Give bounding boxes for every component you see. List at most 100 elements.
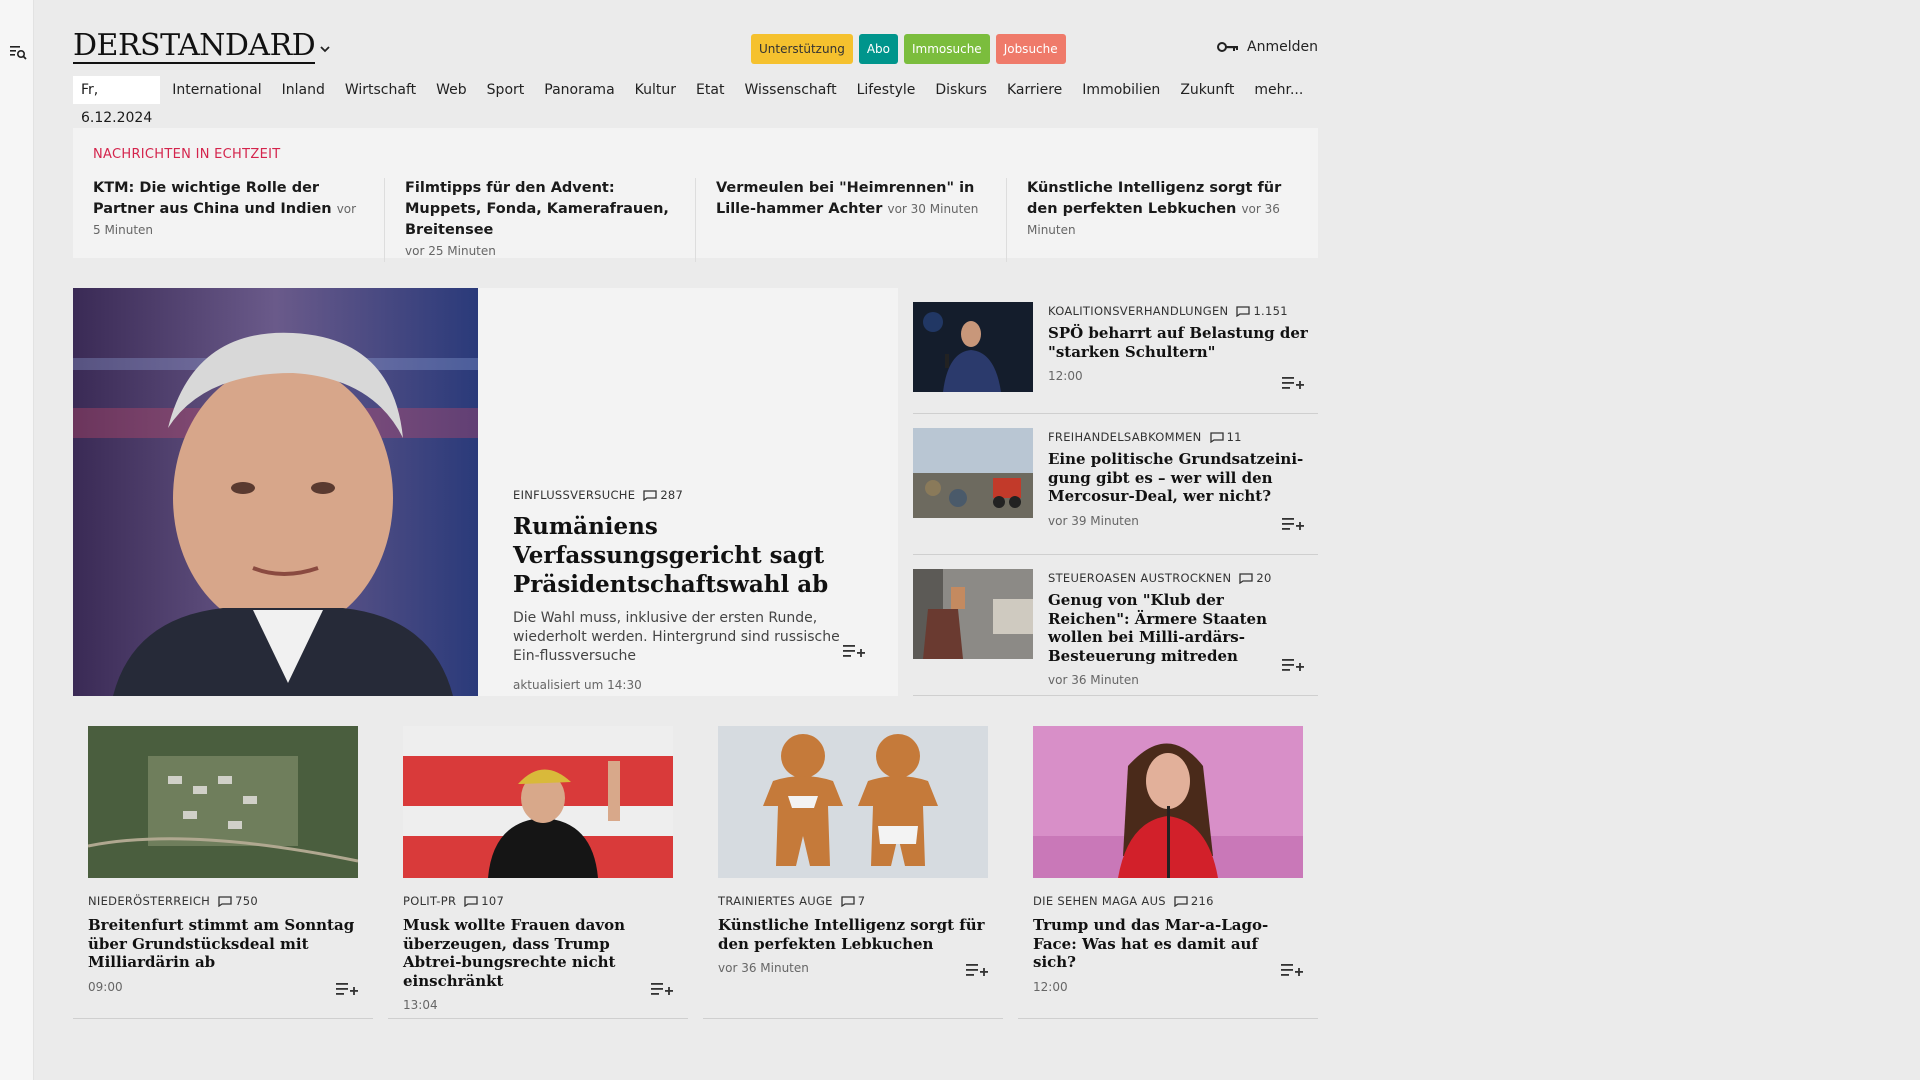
comment-count[interactable]: 20	[1239, 571, 1271, 585]
comment-count[interactable]: 216	[1174, 894, 1214, 908]
article-thumbnail	[913, 428, 1033, 518]
comment-count-value: 107	[481, 894, 505, 908]
nav-item-international[interactable]: International	[172, 82, 261, 98]
article-title[interactable]: Eine politische Grundsatzeini-gung gibt …	[1048, 450, 1308, 506]
comment-count[interactable]: 1.151	[1236, 304, 1288, 318]
comment-count[interactable]: 287	[643, 488, 683, 502]
ticker-item[interactable]: Künstliche Intelligenz sorgt für den per…	[1006, 178, 1317, 262]
playlist-add-icon[interactable]	[1282, 375, 1304, 391]
comment-icon	[218, 895, 232, 907]
ticker-title: NACHRICHTEN IN ECHTZEIT	[93, 147, 281, 162]
nav-item-more[interactable]: mehr...	[1254, 82, 1303, 98]
article-card[interactable]: NIEDERÖSTERREICH 750 Breitenfurt stimmt …	[73, 714, 373, 1019]
comment-count-value: 20	[1256, 571, 1272, 585]
immosuche-button[interactable]: Immosuche	[903, 34, 990, 64]
ticker-item-time: vor 30 Minuten	[887, 202, 979, 216]
kicker-label: FREIHANDELSABKOMMEN	[1048, 430, 1202, 444]
playlist-add-icon[interactable]	[336, 981, 358, 997]
comment-icon	[1209, 431, 1224, 443]
nav-item-wirtschaft[interactable]: Wirtschaft	[345, 82, 416, 98]
ticker-item[interactable]: KTM: Die wichtige Rolle der Partner aus …	[93, 178, 384, 262]
playlist-add-icon[interactable]	[1281, 962, 1303, 978]
article-title[interactable]: Breitenfurt stimmt am Sonntag über Grund…	[88, 916, 358, 972]
chevron-down-icon[interactable]	[318, 42, 332, 56]
lead-story[interactable]: EINFLUSSVERSUCHE 287 Rumäniens Verfassun…	[73, 288, 898, 696]
side-list: KOALITIONSVERHANDLUNGEN 1.151 SPÖ beharr…	[913, 288, 1318, 696]
kicker-label: STEUEROASEN AUSTROCKNEN	[1048, 571, 1232, 585]
service-pills: Unterstützung Abo Immosuche Jobsuche	[751, 34, 1066, 64]
support-button[interactable]: Unterstützung	[751, 34, 853, 64]
playlist-add-icon[interactable]	[1282, 516, 1304, 532]
nav-item-kultur[interactable]: Kultur	[635, 82, 676, 98]
key-icon	[1217, 42, 1239, 52]
list-item[interactable]: KOALITIONSVERHANDLUNGEN 1.151 SPÖ beharr…	[913, 288, 1318, 414]
nav-item-karriere[interactable]: Karriere	[1007, 82, 1062, 98]
article-title[interactable]: Musk wollte Frauen davon überzeugen, das…	[403, 916, 673, 990]
nav-item-zukunft[interactable]: Zukunft	[1180, 82, 1234, 98]
ticker-item[interactable]: Filmtipps für den Advent: Muppets, Fonda…	[384, 178, 695, 262]
comment-count[interactable]: 11	[1209, 430, 1242, 444]
lead-title[interactable]: Rumäniens Verfassungsgericht sagt Präsid…	[513, 512, 868, 599]
comment-count[interactable]: 750	[218, 894, 258, 908]
comment-icon	[1236, 305, 1251, 317]
article-title[interactable]: SPÖ beharrt auf Belastung der "starken S…	[1048, 324, 1308, 361]
menu-search-icon[interactable]	[9, 43, 27, 61]
article-thumbnail	[913, 302, 1033, 392]
comment-count-value: 287	[660, 488, 684, 502]
playlist-add-icon[interactable]	[966, 962, 988, 978]
comment-count[interactable]: 107	[464, 894, 504, 908]
list-item[interactable]: FREIHANDELSABKOMMEN 11 Eine politische G…	[913, 414, 1318, 555]
comment-count[interactable]: 7	[841, 894, 866, 908]
current-date: Fr, 6.12.2024	[73, 76, 161, 126]
article-image	[88, 726, 358, 878]
jobsuche-button[interactable]: Jobsuche	[995, 34, 1066, 64]
article-title[interactable]: Trump und das Mar-a-Lago-Face: Was hat e…	[1033, 916, 1303, 972]
article-kicker: FREIHANDELSABKOMMEN 11	[1048, 430, 1308, 444]
nav-item-web[interactable]: Web	[436, 82, 467, 98]
kicker-label: POLIT-PR	[403, 894, 457, 908]
article-kicker: POLIT-PR 107	[403, 894, 673, 908]
nav-item-inland[interactable]: Inland	[282, 82, 325, 98]
playlist-add-icon[interactable]	[651, 981, 673, 997]
article-time: vor 36 Minuten	[718, 961, 809, 975]
comment-count-value: 750	[235, 894, 258, 908]
article-time: 12:00	[1048, 369, 1083, 383]
abo-button[interactable]: Abo	[858, 34, 898, 64]
ticker-item[interactable]: Vermeulen bei "Heimrennen" in Lille-hamm…	[695, 178, 1006, 262]
article-title[interactable]: Künstliche Intelligenz sorgt für den per…	[718, 916, 988, 953]
nav-item-etat[interactable]: Etat	[696, 82, 724, 98]
lead-time: aktualisiert um 14:30	[513, 678, 642, 692]
article-card[interactable]: DIE SEHEN MAGA AUS 216 Trump und das Mar…	[1018, 714, 1318, 1019]
article-card[interactable]: POLIT-PR 107 Musk wollte Frauen davon üb…	[388, 714, 688, 1019]
nav-item-immobilien[interactable]: Immobilien	[1082, 82, 1160, 98]
article-kicker: DIE SEHEN MAGA AUS 216	[1033, 894, 1303, 908]
nav-item-panorama[interactable]: Panorama	[544, 82, 614, 98]
article-card[interactable]: TRAINIERTES AUGE 7 Künstliche Intelligen…	[703, 714, 1003, 1019]
login-label: Anmelden	[1247, 39, 1318, 55]
lead-kicker: EINFLUSSVERSUCHE 287	[513, 488, 868, 502]
ticker-item-title: Filmtipps für den Advent: Muppets, Fonda…	[405, 180, 669, 238]
article-kicker: TRAINIERTES AUGE 7	[718, 894, 988, 908]
article-title[interactable]: Genug von "Klub der Reichen": Ärmere Sta…	[1048, 591, 1308, 665]
main-nav: Fr, 6.12.2024 International Inland Wirts…	[73, 76, 1323, 126]
playlist-add-icon[interactable]	[843, 643, 865, 659]
comment-icon	[464, 895, 478, 907]
article-time: 13:04	[403, 998, 438, 1012]
list-item[interactable]: STEUEROASEN AUSTROCKNEN 20 Genug von "Kl…	[913, 555, 1318, 696]
login-button[interactable]: Anmelden	[1217, 39, 1318, 55]
kicker-label: DIE SEHEN MAGA AUS	[1033, 894, 1166, 908]
article-kicker: KOALITIONSVERHANDLUNGEN 1.151	[1048, 304, 1308, 318]
nav-item-sport[interactable]: Sport	[487, 82, 525, 98]
left-rail	[0, 0, 34, 1080]
comment-icon	[1239, 572, 1254, 584]
article-kicker: NIEDERÖSTERREICH 750	[88, 894, 358, 908]
article-image	[403, 726, 673, 878]
logo[interactable]: DERSTANDARD	[73, 30, 316, 64]
nav-item-lifestyle[interactable]: Lifestyle	[857, 82, 916, 98]
article-time: 12:00	[1033, 979, 1068, 994]
nav-item-wissenschaft[interactable]: Wissenschaft	[744, 82, 836, 98]
nav-item-diskurs[interactable]: Diskurs	[935, 82, 987, 98]
comment-icon	[841, 895, 855, 907]
live-ticker: NACHRICHTEN IN ECHTZEIT KTM: Die wichtig…	[73, 128, 1318, 262]
playlist-add-icon[interactable]	[1282, 657, 1304, 673]
